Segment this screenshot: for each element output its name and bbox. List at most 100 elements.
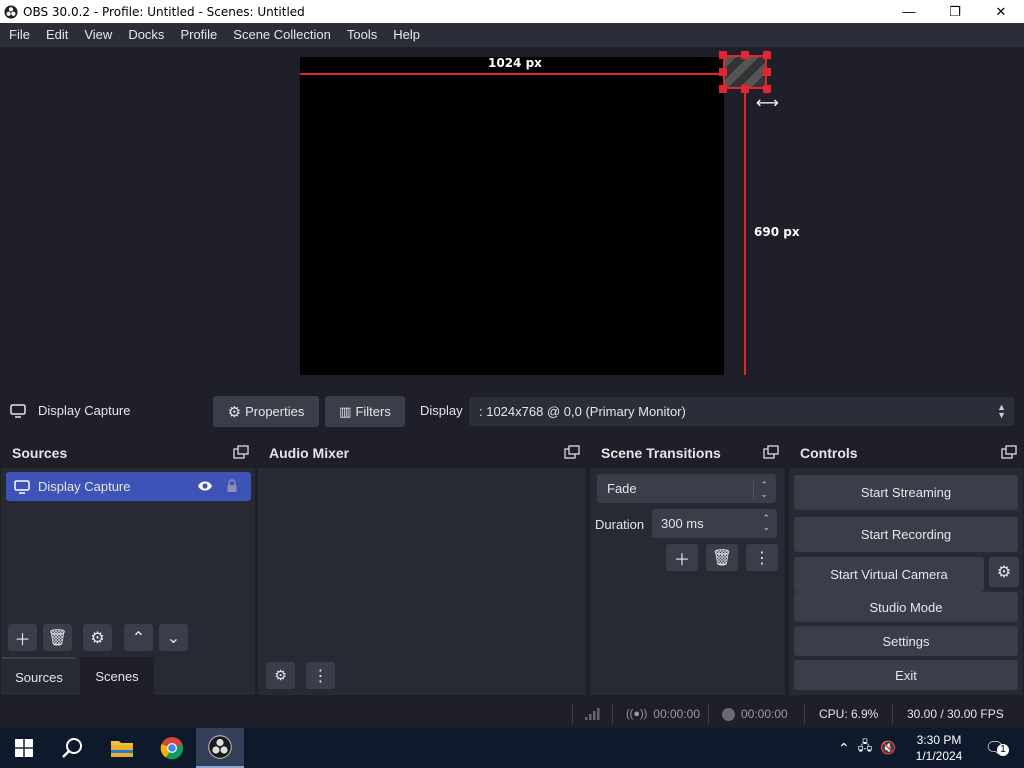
undock-icon[interactable] (763, 445, 779, 459)
folder-icon (111, 741, 133, 757)
filters-button[interactable]: ▥ Filters (325, 396, 405, 427)
tab-scenes[interactable]: Scenes (80, 657, 154, 695)
chevron-up-icon[interactable]: ⌃ (838, 740, 850, 757)
clock-time: 3:30 PM (916, 733, 962, 747)
menu-tools[interactable]: Tools (339, 23, 385, 47)
taskbar: ⌃ 🖧 🔇 3:30 PM 1/1/2024 🗨 1 (0, 728, 1024, 768)
preview-canvas[interactable] (300, 57, 724, 375)
horizontal-resize-cursor-icon: ⟷ (756, 95, 779, 112)
chevron-down-icon: ⌄ (166, 629, 181, 647)
remove-source-button[interactable]: 🗑 (43, 624, 72, 651)
undock-icon[interactable] (1001, 445, 1017, 459)
lock-icon[interactable] (225, 479, 239, 493)
start-button[interactable] (0, 728, 48, 768)
start-recording-button[interactable]: Start Recording (794, 517, 1018, 552)
move-source-up-button[interactable]: ⌃ (124, 624, 153, 651)
minimize-button[interactable]: — (886, 0, 932, 23)
menu-edit[interactable]: Edit (38, 23, 76, 47)
remove-transition-button[interactable]: 🗑 (706, 544, 738, 571)
signal-bars-icon (585, 708, 600, 720)
close-button[interactable]: ✕ (978, 0, 1024, 23)
resize-handle-bottom[interactable] (741, 85, 749, 93)
source-item-label: Display Capture (38, 479, 131, 494)
trash-icon: 🗑 (711, 549, 733, 567)
source-selection-box[interactable] (723, 55, 767, 89)
menu-bar: File Edit View Docks Profile Scene Colle… (0, 23, 1024, 47)
gear-icon: ⚙ (227, 403, 242, 421)
duration-spinbox[interactable]: 300 ms ⌃ ⌄ (652, 509, 777, 538)
monitor-icon (10, 403, 26, 418)
menu-help[interactable]: Help (385, 23, 428, 47)
display-select[interactable]: : 1024x768 @ 0,0 (Primary Monitor) ▲ ▼ (469, 397, 1014, 426)
studio-mode-button[interactable]: Studio Mode (794, 592, 1018, 622)
settings-button[interactable]: Settings (794, 626, 1018, 656)
source-properties-button[interactable]: ⚙ (83, 624, 112, 651)
move-source-down-button[interactable]: ⌄ (159, 624, 188, 651)
resize-handle-top[interactable] (741, 51, 749, 59)
height-guide-label: 690 px (754, 225, 800, 239)
add-source-button[interactable]: ＋ (8, 624, 37, 651)
exit-button[interactable]: Exit (794, 660, 1018, 690)
record-time: 00:00:00 (741, 707, 788, 721)
preview-area[interactable]: 1024 px 690 px ⟷ (0, 47, 1024, 387)
context-source: Display Capture (10, 403, 131, 418)
resize-handle-right[interactable] (763, 68, 771, 76)
start-virtual-camera-button[interactable]: Start Virtual Camera (794, 557, 984, 592)
window-title: OBS 30.0.2 - Profile: Untitled - Scenes:… (23, 4, 305, 19)
spin-arrows-icon[interactable]: ⌃ ⌄ (762, 514, 770, 532)
add-transition-button[interactable]: ＋ (666, 544, 698, 571)
obs-logo-icon (4, 4, 18, 19)
transition-select[interactable]: Fade ⌃ ⌄ (597, 474, 776, 503)
controls-dock-title: Controls (800, 444, 858, 461)
menu-scene-collection[interactable]: Scene Collection (225, 23, 339, 47)
undock-icon[interactable] (564, 445, 580, 459)
resize-handle-top-left[interactable] (719, 51, 727, 59)
chrome-button[interactable] (148, 728, 196, 768)
transition-select-value: Fade (607, 481, 637, 496)
menu-view[interactable]: View (76, 23, 120, 47)
chrome-icon (160, 737, 184, 760)
transition-properties-button[interactable]: ⋮ (746, 544, 778, 571)
filters-label: Filters (355, 404, 391, 419)
gears-icon: ⚙ (274, 667, 287, 683)
virtual-camera-config-button[interactable]: ⚙ (989, 557, 1019, 587)
resize-handle-left[interactable] (719, 68, 727, 76)
volume-muted-icon[interactable]: 🔇 (880, 740, 896, 756)
source-item-display-capture[interactable]: Display Capture (6, 472, 251, 501)
undock-icon[interactable] (233, 445, 249, 459)
cpu-usage: CPU: 6.9% (819, 707, 879, 721)
resize-handle-top-right[interactable] (763, 51, 771, 59)
maximize-button[interactable]: ❐ (932, 0, 978, 23)
scene-transitions-dock-title: Scene Transitions (601, 444, 721, 461)
file-explorer-button[interactable] (98, 728, 146, 768)
search-icon (62, 738, 82, 758)
network-icon[interactable]: 🖧 (858, 737, 873, 759)
properties-button[interactable]: ⚙ Properties (213, 396, 319, 427)
stream-time: 00:00:00 (653, 707, 701, 721)
clock[interactable]: 3:30 PM 1/1/2024 (916, 728, 963, 768)
advanced-audio-properties-button[interactable]: ⚙ (266, 662, 295, 689)
resize-handle-bottom-left[interactable] (719, 85, 727, 93)
context-source-name: Display Capture (38, 403, 131, 418)
search-button[interactable] (48, 728, 96, 768)
status-separator (572, 704, 573, 724)
controls-dock-header: Controls (789, 437, 1023, 468)
menu-docks[interactable]: Docks (120, 23, 172, 47)
resize-handle-bottom-right[interactable] (763, 85, 771, 93)
trash-icon: 🗑 (47, 629, 68, 647)
audio-mixer-dock-title: Audio Mixer (269, 444, 350, 461)
tab-sources[interactable]: Sources (2, 657, 76, 695)
start-streaming-button[interactable]: Start Streaming (794, 475, 1018, 510)
notification-center-button[interactable]: 🗨 1 (982, 728, 1009, 768)
obs-taskbar-button[interactable] (196, 728, 244, 768)
fps-readout: 30.00 / 30.00 FPS (907, 707, 1004, 721)
gear-icon: ⚙ (996, 564, 1012, 581)
audio-mixer-menu-button[interactable]: ⋮ (306, 662, 335, 689)
sources-dock-header: Sources (1, 437, 255, 468)
eye-visible-icon[interactable] (197, 479, 213, 493)
duration-label: Duration (595, 517, 645, 532)
properties-label: Properties (245, 404, 305, 419)
menu-file[interactable]: File (1, 23, 38, 47)
duration-value: 300 ms (661, 516, 704, 531)
menu-profile[interactable]: Profile (172, 23, 225, 47)
